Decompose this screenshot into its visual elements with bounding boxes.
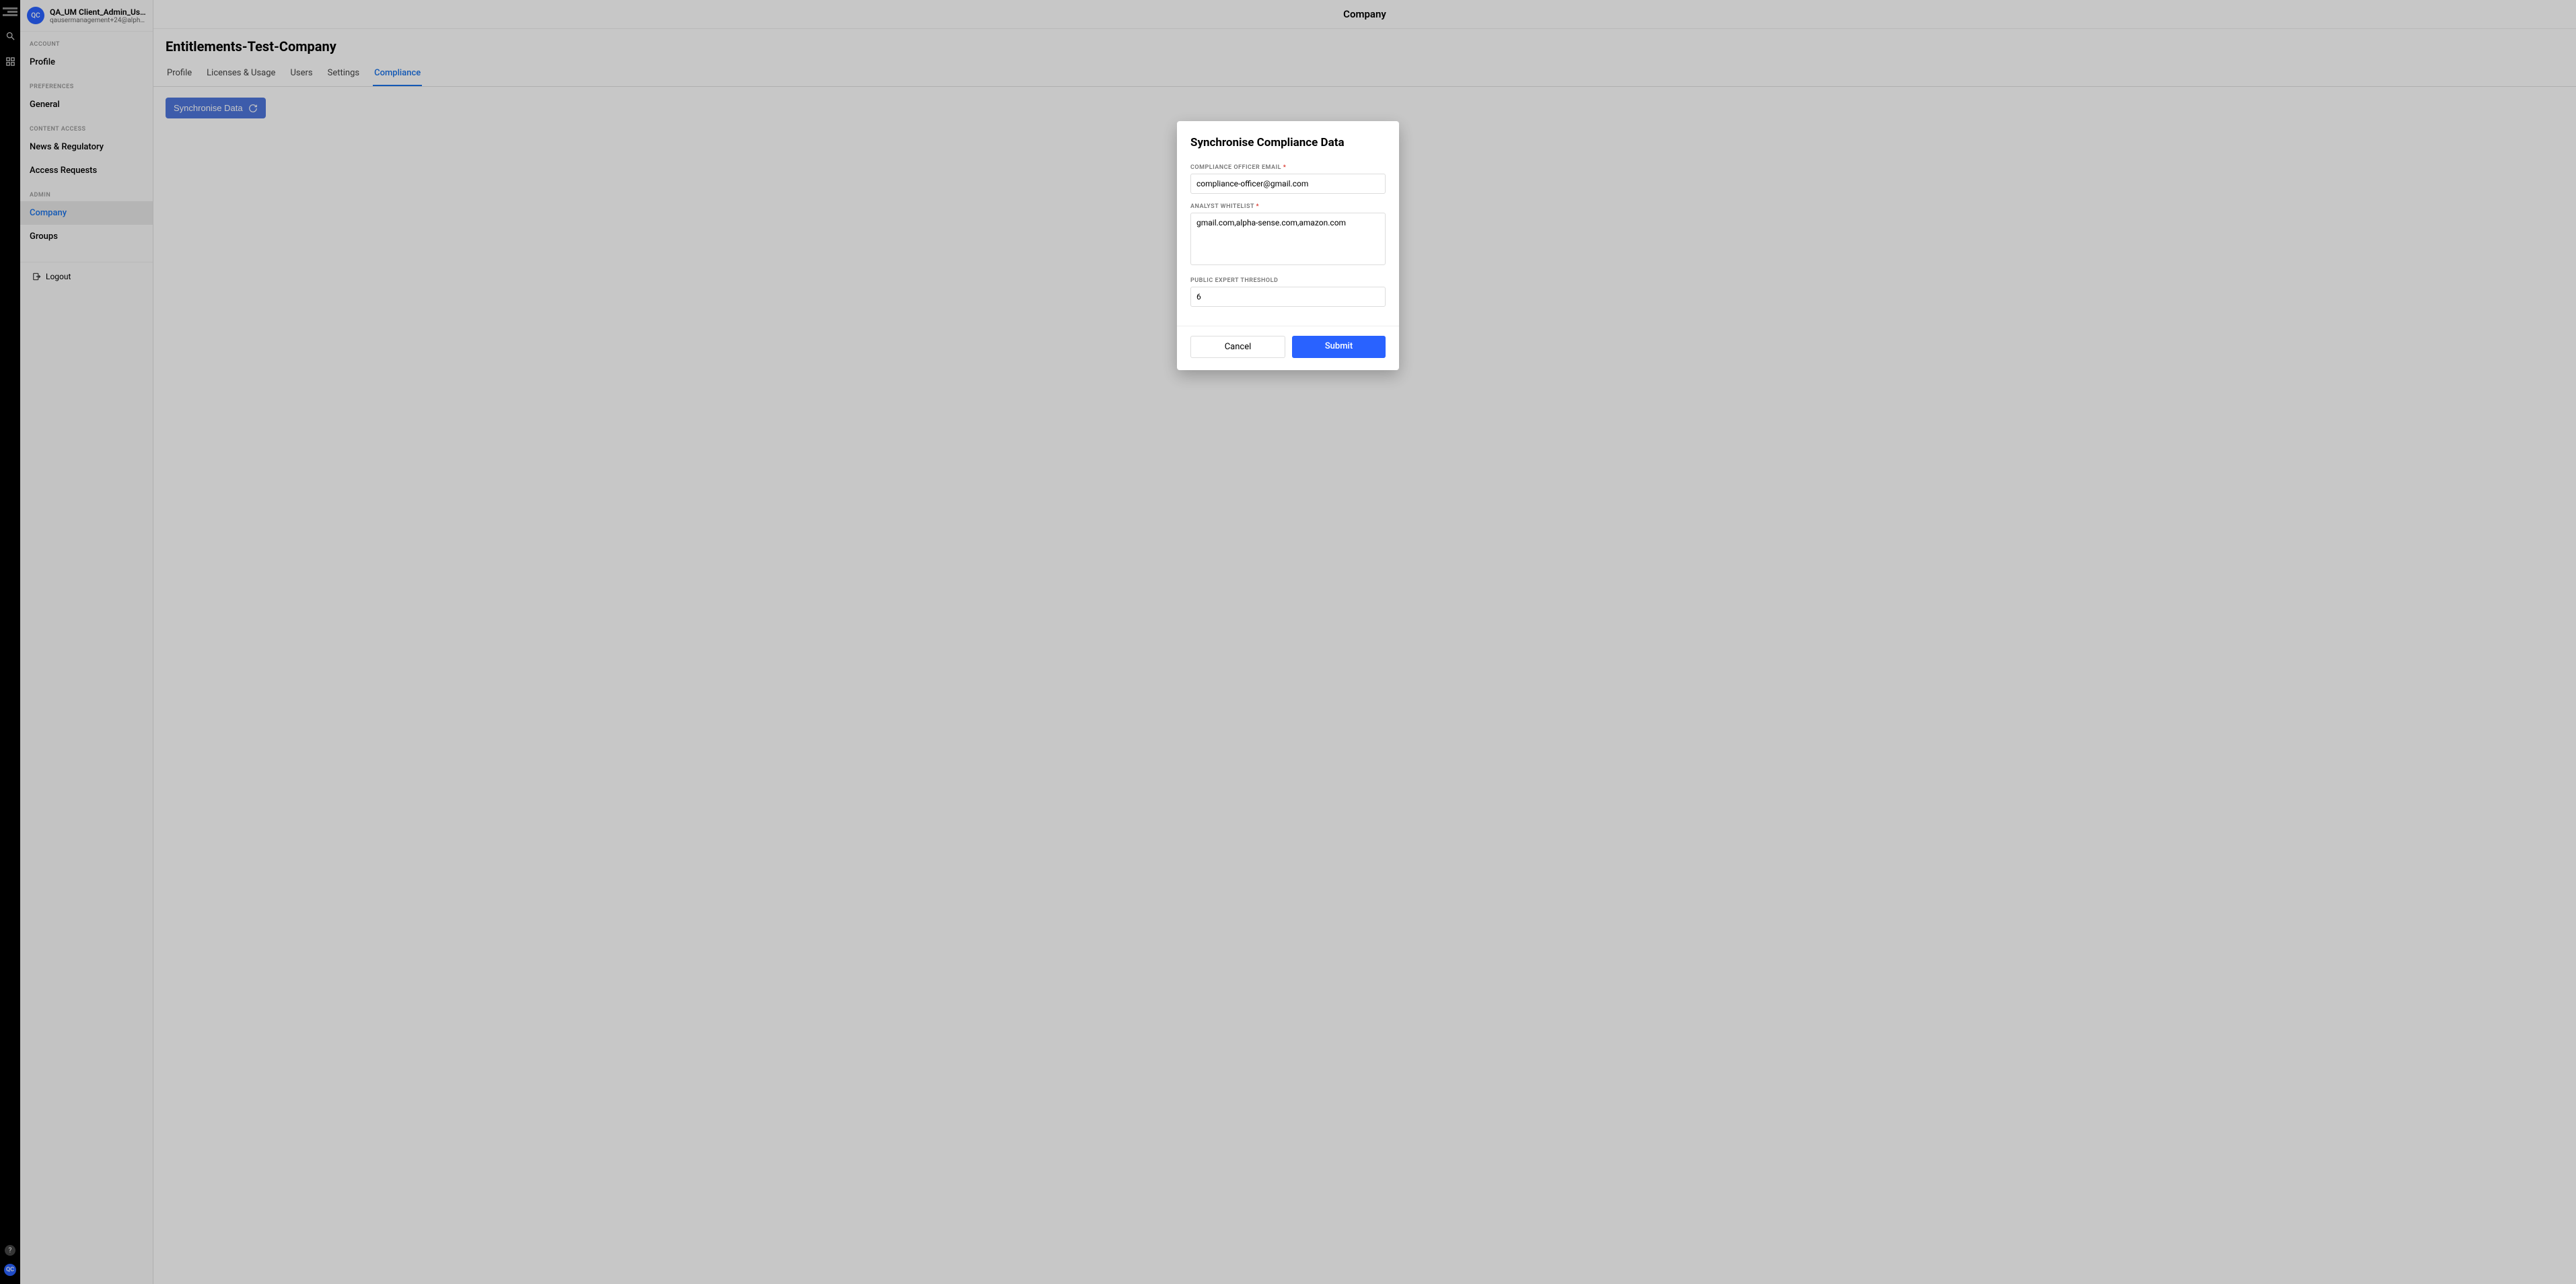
compliance-email-label: COMPLIANCE OFFICER EMAIL * bbox=[1190, 164, 1386, 171]
analyst-whitelist-label: ANALYST WHITELIST * bbox=[1190, 203, 1386, 210]
analyst-whitelist-input[interactable] bbox=[1190, 213, 1386, 265]
compliance-sync-modal: Synchronise Compliance Data COMPLIANCE O… bbox=[1177, 121, 1399, 370]
modal-backdrop[interactable]: Synchronise Compliance Data COMPLIANCE O… bbox=[0, 0, 2576, 1284]
public-expert-threshold-label: PUBLIC EXPERT THRESHOLD bbox=[1190, 277, 1386, 284]
modal-title: Synchronise Compliance Data bbox=[1190, 136, 1386, 149]
compliance-email-input[interactable] bbox=[1190, 174, 1386, 194]
submit-button[interactable]: Submit bbox=[1292, 336, 1386, 358]
public-expert-threshold-input[interactable] bbox=[1190, 287, 1386, 307]
cancel-button[interactable]: Cancel bbox=[1190, 336, 1285, 358]
